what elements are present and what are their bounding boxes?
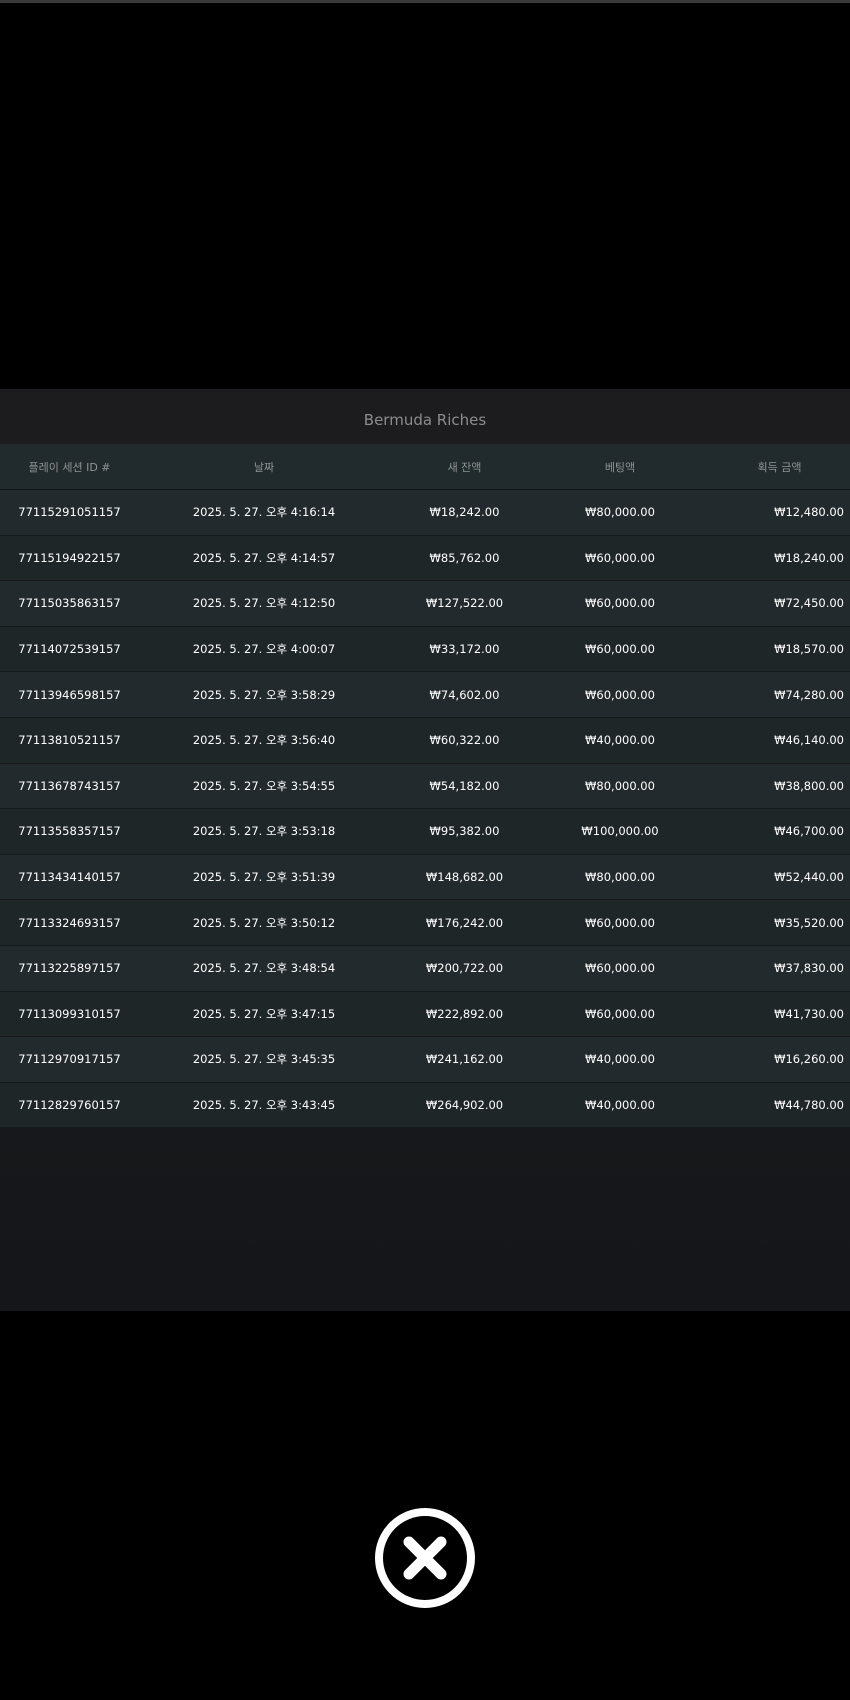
cell-bet: ₩80,000.00 [540,854,700,901]
header-new-balance: 새 잔액 [389,444,540,490]
cell-session-id: 77113558357157 [0,808,139,855]
cell-bet: ₩40,000.00 [540,1036,700,1083]
cell-date: 2025. 5. 27. 오후 3:51:39 [139,854,389,901]
table-row[interactable]: 77113810521157 2025. 5. 27. 오후 3:56:40 ₩… [0,717,850,764]
header-session-id: 플레이 세션 ID # [0,444,139,490]
top-border [0,0,850,3]
cell-session-id: 77113678743157 [0,763,139,810]
cell-session-id: 77113434140157 [0,854,139,901]
table-row[interactable]: 77112829760157 2025. 5. 27. 오후 3:43:45 ₩… [0,1082,850,1129]
cell-date: 2025. 5. 27. 오후 4:00:07 [139,626,389,673]
cell-date: 2025. 5. 27. 오후 4:12:50 [139,580,389,627]
table-row[interactable]: 77115035863157 2025. 5. 27. 오후 4:12:50 ₩… [0,580,850,627]
table-row[interactable]: 77113946598157 2025. 5. 27. 오후 3:58:29 ₩… [0,671,850,718]
cell-win: ₩37,830.00 [700,945,850,992]
close-icon [375,1508,475,1608]
table-row[interactable]: 77113678743157 2025. 5. 27. 오후 3:54:55 ₩… [0,763,850,810]
header-bet: 베팅액 [540,444,700,490]
cell-session-id: 77115194922157 [0,535,139,582]
cell-session-id: 77114072539157 [0,626,139,673]
history-table: 플레이 세션 ID # 날짜 새 잔액 베팅액 획득 금액 7711529105… [0,444,850,1129]
cell-bet: ₩80,000.00 [540,763,700,810]
cell-bet: ₩80,000.00 [540,489,700,536]
cell-bet: ₩60,000.00 [540,671,700,718]
table-header-row: 플레이 세션 ID # 날짜 새 잔액 베팅액 획득 금액 [0,444,850,490]
cell-session-id: 77115035863157 [0,580,139,627]
cell-date: 2025. 5. 27. 오후 3:58:29 [139,671,389,718]
cell-date: 2025. 5. 27. 오후 4:14:57 [139,535,389,582]
cell-session-id: 77115291051157 [0,489,139,536]
cell-new-balance: ₩127,522.00 [389,580,540,627]
cell-bet: ₩60,000.00 [540,535,700,582]
cell-new-balance: ₩18,242.00 [389,489,540,536]
cell-session-id: 77113099310157 [0,991,139,1038]
cell-date: 2025. 5. 27. 오후 3:43:45 [139,1082,389,1129]
cell-date: 2025. 5. 27. 오후 3:56:40 [139,717,389,764]
cell-new-balance: ₩200,722.00 [389,945,540,992]
cell-win: ₩74,280.00 [700,671,850,718]
table-row[interactable]: 77114072539157 2025. 5. 27. 오후 4:00:07 ₩… [0,626,850,673]
cell-bet: ₩60,000.00 [540,580,700,627]
cell-date: 2025. 5. 27. 오후 3:54:55 [139,763,389,810]
cell-new-balance: ₩85,762.00 [389,535,540,582]
cell-session-id: 77113810521157 [0,717,139,764]
cell-bet: ₩60,000.00 [540,626,700,673]
header-date: 날짜 [139,444,389,490]
cell-win: ₩52,440.00 [700,854,850,901]
close-button[interactable] [374,1507,476,1609]
cell-win: ₩72,450.00 [700,580,850,627]
cell-date: 2025. 5. 27. 오후 3:45:35 [139,1036,389,1083]
cell-new-balance: ₩264,902.00 [389,1082,540,1129]
cell-new-balance: ₩54,182.00 [389,763,540,810]
cell-date: 2025. 5. 27. 오후 3:48:54 [139,945,389,992]
cell-win: ₩18,570.00 [700,626,850,673]
cell-session-id: 77112829760157 [0,1082,139,1129]
table-row[interactable]: 77115194922157 2025. 5. 27. 오후 4:14:57 ₩… [0,535,850,582]
cell-session-id: 77113225897157 [0,945,139,992]
cell-win: ₩35,520.00 [700,899,850,946]
cell-bet: ₩100,000.00 [540,808,700,855]
cell-bet: ₩40,000.00 [540,1082,700,1129]
cell-date: 2025. 5. 27. 오후 4:16:14 [139,489,389,536]
table-row[interactable]: 77115291051157 2025. 5. 27. 오후 4:16:14 ₩… [0,489,850,536]
cell-win: ₩44,780.00 [700,1082,850,1129]
cell-win: ₩18,240.00 [700,535,850,582]
cell-date: 2025. 5. 27. 오후 3:47:15 [139,991,389,1038]
table-row[interactable]: 77113225897157 2025. 5. 27. 오후 3:48:54 ₩… [0,945,850,992]
cell-bet: ₩60,000.00 [540,991,700,1038]
cell-new-balance: ₩74,602.00 [389,671,540,718]
cell-date: 2025. 5. 27. 오후 3:50:12 [139,899,389,946]
cell-bet: ₩60,000.00 [540,899,700,946]
cell-win: ₩38,800.00 [700,763,850,810]
table-row[interactable]: 77113558357157 2025. 5. 27. 오후 3:53:18 ₩… [0,808,850,855]
cell-date: 2025. 5. 27. 오후 3:53:18 [139,808,389,855]
table-row[interactable]: 77113099310157 2025. 5. 27. 오후 3:47:15 ₩… [0,991,850,1038]
cell-session-id: 77113324693157 [0,899,139,946]
table-row[interactable]: 77113324693157 2025. 5. 27. 오후 3:50:12 ₩… [0,899,850,946]
header-win: 획득 금액 [700,444,850,490]
cell-win: ₩46,140.00 [700,717,850,764]
cell-win: ₩16,260.00 [700,1036,850,1083]
cell-new-balance: ₩60,322.00 [389,717,540,764]
cell-session-id: 77112970917157 [0,1036,139,1083]
table-row[interactable]: 77113434140157 2025. 5. 27. 오후 3:51:39 ₩… [0,854,850,901]
cell-win: ₩12,480.00 [700,489,850,536]
cell-win: ₩46,700.00 [700,808,850,855]
game-title: Bermuda Riches [363,411,487,429]
history-panel: Bermuda Riches 플레이 세션 ID # 날짜 새 잔액 베팅액 획… [0,389,850,1311]
cell-new-balance: ₩176,242.00 [389,899,540,946]
cell-new-balance: ₩33,172.00 [389,626,540,673]
cell-new-balance: ₩241,162.00 [389,1036,540,1083]
cell-new-balance: ₩148,682.00 [389,854,540,901]
cell-new-balance: ₩222,892.00 [389,991,540,1038]
cell-new-balance: ₩95,382.00 [389,808,540,855]
cell-bet: ₩40,000.00 [540,717,700,764]
table-row[interactable]: 77112970917157 2025. 5. 27. 오후 3:45:35 ₩… [0,1036,850,1083]
cell-session-id: 77113946598157 [0,671,139,718]
cell-win: ₩41,730.00 [700,991,850,1038]
cell-bet: ₩60,000.00 [540,945,700,992]
